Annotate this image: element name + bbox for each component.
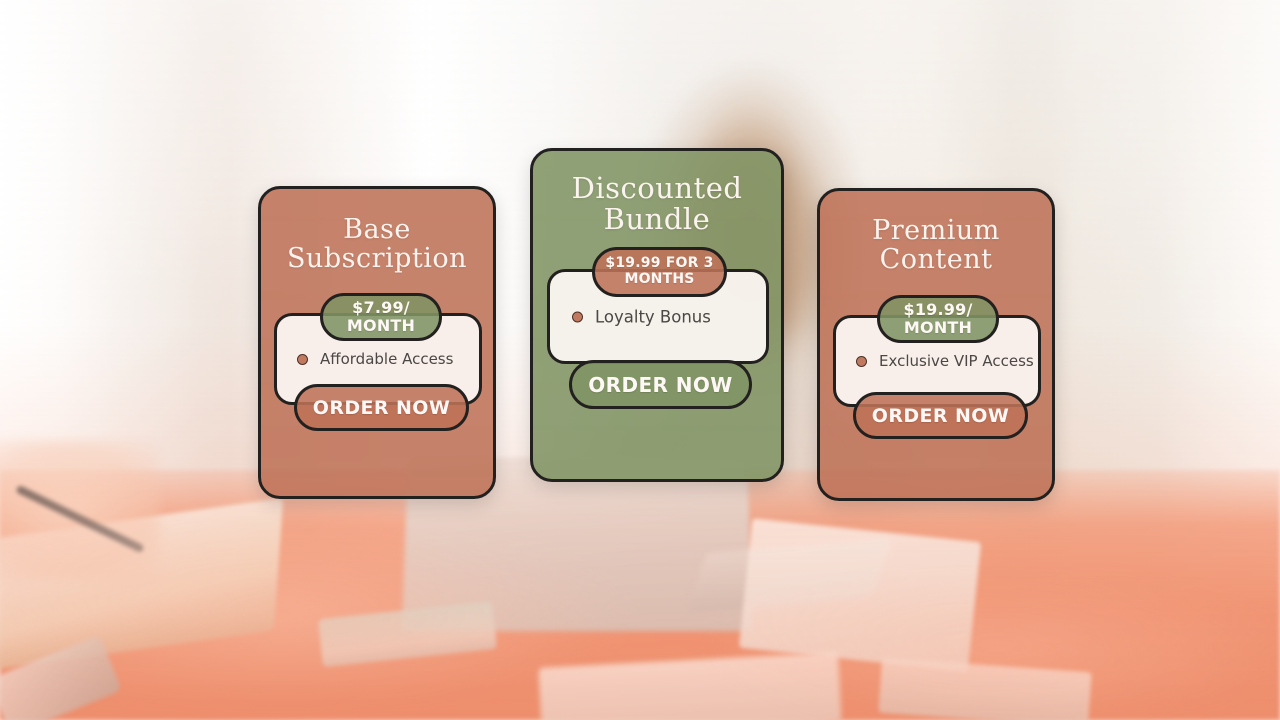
order-now-button-base[interactable]: ORDER NOW [294,384,469,431]
feature-label: Affordable Access [320,350,454,368]
pricing-card-base[interactable]: Base Subscription Affordable Access $7.9… [258,186,496,499]
feature-item: Loyalty Bonus [572,307,711,326]
feature-item: Exclusive VIP Access [856,352,1034,370]
card-title-line1: Discounted [571,171,743,205]
card-title-line1: Base [343,214,411,245]
price-badge-premium: $19.99/ MONTH [877,295,999,343]
feature-label: Loyalty Bonus [595,307,711,326]
price-line1: $7.99/ [352,298,410,318]
price-badge-bundle: $19.99 FOR 3 MONTHS [592,247,727,297]
feature-label: Exclusive VIP Access [879,352,1034,370]
bullet-dot-icon [572,311,583,322]
price-line2: MONTH [903,318,973,337]
card-title-base: Base Subscription [261,214,493,274]
pricing-card-bundle[interactable]: Discounted Bundle Loyalty Bonus $19.99 F… [530,148,784,482]
order-now-button-premium[interactable]: ORDER NOW [853,392,1028,439]
card-title-line2: Bundle [603,202,711,237]
feature-item: Affordable Access [297,350,453,368]
order-now-button-bundle[interactable]: ORDER NOW [569,360,752,409]
card-title-bundle: Discounted Bundle [533,171,781,237]
card-title-line2: Subscription [286,242,468,274]
order-now-label: ORDER NOW [871,404,1010,427]
pricing-card-premium[interactable]: Premium Content Exclusive VIP Access $19… [817,188,1055,501]
bullet-dot-icon [856,355,867,367]
price-line2: MONTHS [624,271,695,287]
price-line1: $19.99 FOR 3 [605,255,714,272]
order-now-label: ORDER NOW [588,372,733,397]
pricing-page: Base Subscription Affordable Access $7.9… [0,0,1280,720]
card-title-premium: Premium Content [820,215,1052,275]
order-now-label: ORDER NOW [312,396,451,419]
price-line1: $19.99/ [903,300,973,320]
price-badge-base: $7.99/ MONTH [320,293,442,341]
card-title-line1: Premium [872,215,1000,246]
bullet-dot-icon [297,353,308,365]
price-line2: MONTH [346,316,416,335]
card-title-line2: Content [879,243,993,275]
